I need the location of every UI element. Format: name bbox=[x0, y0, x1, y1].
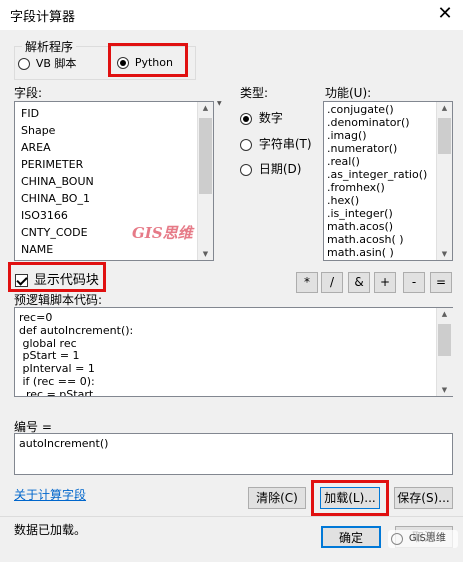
function-item[interactable]: .as_integer_ratio() bbox=[324, 168, 452, 181]
status-text: 数据已加载。 bbox=[14, 523, 87, 537]
footer-watermark: GIS思维 bbox=[388, 530, 458, 548]
type-date-label: 日期(D) bbox=[258, 162, 302, 176]
scroll-down-icon[interactable]: ▼ bbox=[437, 384, 452, 396]
footer-watermark-text: GIS思维 bbox=[408, 533, 446, 544]
function-item[interactable]: .denominator() bbox=[324, 116, 452, 129]
scroll-down-icon[interactable]: ▼ bbox=[437, 248, 452, 260]
scroll-up-icon[interactable]: ▲ bbox=[437, 308, 452, 320]
type-number-option[interactable]: 数字 bbox=[240, 109, 283, 126]
field-item[interactable]: NAME bbox=[15, 241, 213, 258]
plus-button[interactable]: + bbox=[374, 272, 396, 293]
functions-scrollbar[interactable]: ▲ ▼ bbox=[436, 102, 452, 260]
parser-vbscript-option[interactable]: VB 脚本 bbox=[18, 55, 76, 71]
scroll-down-icon[interactable]: ▼ bbox=[198, 248, 213, 260]
type-number-label: 数字 bbox=[258, 111, 283, 125]
radio-selected-icon bbox=[240, 112, 252, 125]
type-string-option[interactable]: 字符串(T) bbox=[240, 135, 312, 152]
function-item[interactable]: .conjugate() bbox=[324, 103, 452, 116]
window-title: 字段计算器 bbox=[10, 10, 76, 25]
function-item[interactable]: .numerator() bbox=[324, 142, 452, 155]
watermark-text: GIS思维 bbox=[132, 224, 193, 242]
field-item[interactable]: Shape bbox=[15, 122, 213, 139]
fields-scrollbar[interactable]: ▲ ▼ bbox=[197, 102, 213, 260]
type-date-option[interactable]: 日期(D) bbox=[240, 160, 301, 177]
radio-icon bbox=[240, 138, 252, 151]
prelogic-scrollbar[interactable]: ▲ ▼ bbox=[436, 308, 453, 396]
field-item[interactable]: AREA bbox=[15, 139, 213, 156]
scroll-thumb[interactable] bbox=[199, 118, 212, 194]
function-item[interactable]: .imag() bbox=[324, 129, 452, 142]
field-item[interactable]: CHINA_BO_1 bbox=[15, 190, 213, 207]
divider bbox=[0, 516, 463, 517]
expression-input[interactable]: autoIncrement() bbox=[14, 433, 453, 475]
multiply-button[interactable]: * bbox=[296, 272, 318, 293]
ok-button[interactable]: 确定 bbox=[321, 526, 381, 548]
scroll-up-icon[interactable]: ▲ bbox=[198, 102, 213, 114]
about-calculate-field-link[interactable]: 关于计算字段 bbox=[14, 486, 86, 503]
function-item[interactable]: .real() bbox=[324, 155, 452, 168]
clear-button[interactable]: 清除(C) bbox=[248, 487, 306, 509]
highlight-codeblock bbox=[8, 262, 106, 292]
scroll-thumb[interactable] bbox=[438, 324, 451, 356]
highlight-python bbox=[108, 43, 188, 77]
type-string-label: 字符串(T) bbox=[258, 137, 312, 151]
function-item[interactable]: .fromhex() bbox=[324, 181, 452, 194]
function-item[interactable]: math.acos() bbox=[324, 220, 452, 233]
concat-button[interactable]: & bbox=[348, 272, 370, 293]
minus-button[interactable]: - bbox=[403, 272, 425, 293]
function-item[interactable]: .is_integer() bbox=[324, 207, 452, 220]
scroll-thumb[interactable] bbox=[438, 118, 451, 154]
divide-button[interactable]: / bbox=[321, 272, 343, 293]
field-item[interactable]: FID bbox=[15, 105, 213, 122]
function-item[interactable]: .hex() bbox=[324, 194, 452, 207]
radio-icon bbox=[18, 57, 30, 70]
close-icon[interactable]: ✕ bbox=[432, 2, 458, 26]
scroll-up-icon[interactable]: ▲ bbox=[437, 102, 452, 114]
parser-vbscript-label: VB 脚本 bbox=[35, 57, 77, 70]
wechat-icon bbox=[391, 533, 403, 545]
parser-label: 解析程序 bbox=[22, 38, 77, 55]
function-item[interactable]: math.acosh( ) bbox=[324, 233, 452, 246]
fields-label: 字段: bbox=[14, 86, 43, 100]
field-item[interactable]: CHINA_BOUN bbox=[15, 173, 213, 190]
field-item[interactable]: PERIMETER bbox=[15, 156, 213, 173]
sort-icon[interactable]: ▼ bbox=[217, 100, 222, 107]
radio-icon bbox=[240, 163, 252, 176]
equals-button[interactable]: = bbox=[430, 272, 452, 293]
functions-list[interactable]: .conjugate() .denominator() .imag() .num… bbox=[323, 101, 453, 261]
functions-label: 功能(U): bbox=[325, 86, 372, 100]
prelogic-code-input[interactable]: rec=0 def autoIncrement(): global rec pS… bbox=[14, 307, 453, 397]
prelogic-label: 预逻辑脚本代码: bbox=[14, 293, 103, 307]
save-button[interactable]: 保存(S)... bbox=[394, 487, 453, 509]
function-item[interactable]: math.asin( ) bbox=[324, 246, 452, 259]
highlight-load bbox=[311, 480, 389, 516]
type-label: 类型: bbox=[240, 86, 269, 100]
